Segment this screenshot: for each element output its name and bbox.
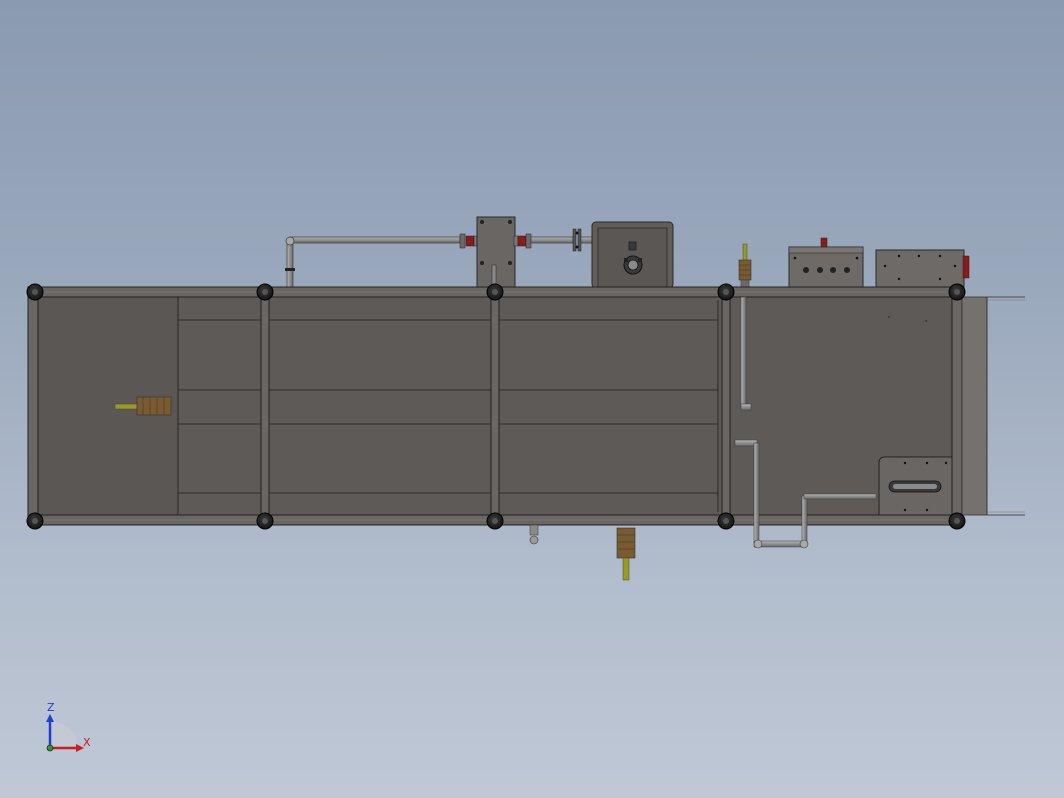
bottom-drain-plug [529, 524, 539, 545]
cad-model-view[interactable]: Z X [0, 0, 1064, 798]
x-axis-label: X [83, 736, 91, 749]
electrical-cabinet [875, 249, 970, 288]
red-valve-right [513, 233, 532, 249]
drive-motor-unit [878, 456, 953, 516]
red-valve-left [459, 233, 479, 249]
top-brass-fitting [738, 243, 752, 289]
pump-housing [476, 216, 516, 288]
cad-viewport[interactable]: Z X [0, 0, 1064, 798]
control-box [788, 237, 864, 288]
bottom-brass-fitting [616, 527, 636, 581]
z-axis-label: Z [47, 701, 55, 714]
pipe-flange [572, 228, 582, 252]
coordinate-triad: Z X [46, 701, 91, 752]
top-pipe-assembly [285, 216, 594, 289]
heater-tank [591, 221, 674, 289]
discharge-chute [961, 296, 1025, 516]
